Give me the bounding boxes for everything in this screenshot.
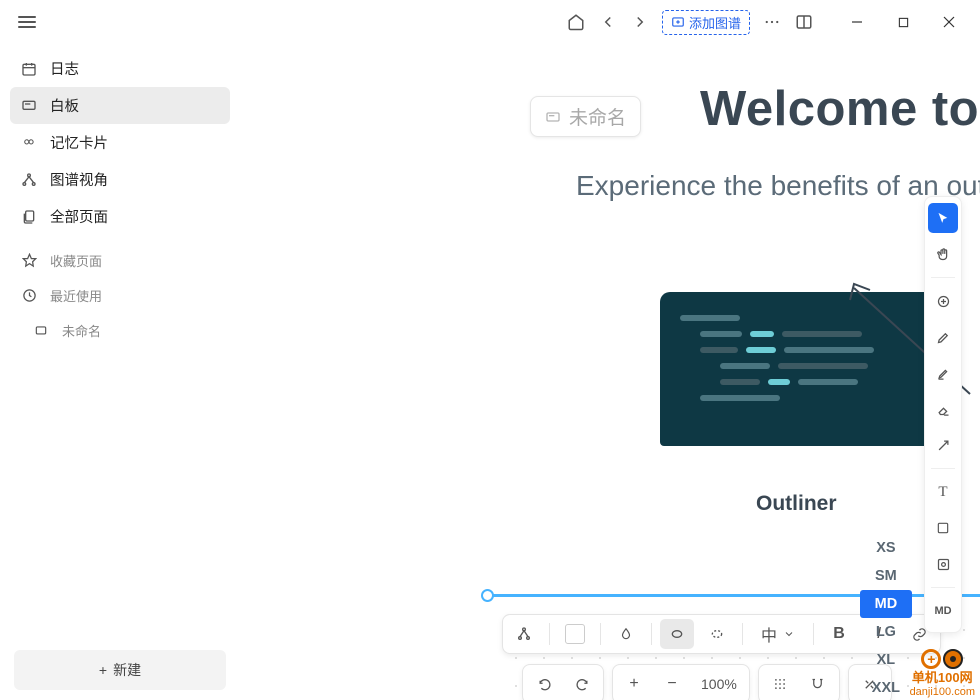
close-button[interactable] xyxy=(926,6,972,38)
font-family-button[interactable]: 中 xyxy=(751,619,805,649)
text-tool[interactable]: T xyxy=(928,477,958,507)
sidebar-item-label: 未命名 xyxy=(62,321,101,340)
sidebar-item-label: 图谱视角 xyxy=(50,169,108,190)
new-button[interactable]: + 新建 xyxy=(14,650,226,690)
infinity-icon xyxy=(20,134,38,152)
sidebar-item-label: 记忆卡片 xyxy=(50,132,108,153)
add-graph-button[interactable]: 添加图谱 xyxy=(662,10,750,35)
back-icon[interactable] xyxy=(598,12,618,32)
stroke-solid-button[interactable] xyxy=(660,619,694,649)
sidebar-item-label: 白板 xyxy=(50,95,79,116)
sidebar-item-journal[interactable]: 日志 xyxy=(10,50,230,87)
sidebar-item-label: 最近使用 xyxy=(50,286,102,305)
highlighter-tool[interactable] xyxy=(928,358,958,388)
size-opt-sm[interactable]: SM xyxy=(860,562,912,590)
grid-toggle-button[interactable] xyxy=(761,667,799,700)
more-icon[interactable] xyxy=(762,12,782,32)
zoom-in-button[interactable]: + xyxy=(615,667,653,700)
sidebar-item-recent[interactable]: 最近使用 xyxy=(10,278,230,313)
doc-icon xyxy=(545,109,561,125)
sidebar: 日志 白板 记忆卡片 图谱视角 全部页面 收藏页面 xyxy=(0,44,240,700)
size-opt-md[interactable]: MD xyxy=(860,590,912,618)
stroke-dashed-button[interactable] xyxy=(700,619,734,649)
size-opt-xxl[interactable]: XXL xyxy=(860,674,912,700)
size-opt-xs[interactable]: XS xyxy=(860,534,912,562)
history-icon xyxy=(20,287,38,305)
hero-title: Welcome to White xyxy=(700,78,980,140)
hero-subtitle: Experience the benefits of an outliner o… xyxy=(576,170,980,202)
shape-tool[interactable] xyxy=(928,513,958,543)
eraser-tool[interactable] xyxy=(928,394,958,424)
shape-hierarchy-button[interactable] xyxy=(507,619,541,649)
connector-tool[interactable] xyxy=(928,430,958,460)
md-tool[interactable]: MD xyxy=(928,596,958,626)
zoom-level[interactable]: 100% xyxy=(691,667,747,700)
size-opt-xl[interactable]: XL xyxy=(860,646,912,674)
zoom-out-button[interactable]: − xyxy=(653,667,691,700)
sidebar-item-graph[interactable]: 图谱视角 xyxy=(10,161,230,198)
forward-icon[interactable] xyxy=(630,12,650,32)
sidebar-item-label: 收藏页面 xyxy=(50,251,102,270)
sidebar-item-all-pages[interactable]: 全部页面 xyxy=(10,198,230,235)
canvas-toolbar: + − 100% xyxy=(522,664,892,700)
color-swatch-button[interactable] xyxy=(558,619,592,649)
doc-title-label: 未命名 xyxy=(569,103,626,130)
opacity-button[interactable] xyxy=(609,619,643,649)
doc-title-chip[interactable]: 未命名 xyxy=(530,96,641,137)
sidebar-item-favorites[interactable]: 收藏页面 xyxy=(10,243,230,278)
redo-button[interactable] xyxy=(563,667,601,700)
calendar-icon xyxy=(20,60,38,78)
hand-tool[interactable] xyxy=(928,239,958,269)
whiteboard-icon xyxy=(20,97,38,115)
select-tool[interactable] xyxy=(928,203,958,233)
tool-panel: T MD xyxy=(924,196,962,633)
titlebar: 添加图谱 xyxy=(0,0,980,44)
sidebar-item-flashcards[interactable]: 记忆卡片 xyxy=(10,124,230,161)
pages-icon xyxy=(20,208,38,226)
sidebar-item-label: 全部页面 xyxy=(50,206,108,227)
graph-icon xyxy=(20,171,38,189)
size-opt-lg[interactable]: LG xyxy=(860,618,912,646)
plus-icon: + xyxy=(99,662,107,678)
sidebar-item-whiteboard[interactable]: 白板 xyxy=(10,87,230,124)
snap-toggle-button[interactable] xyxy=(799,667,837,700)
canvas[interactable]: 未命名 Welcome to White Experience the bene… xyxy=(240,44,980,700)
icon-tool[interactable] xyxy=(928,549,958,579)
outliner-card[interactable] xyxy=(660,292,956,446)
hamburger-icon[interactable] xyxy=(16,11,38,33)
bold-button[interactable]: B xyxy=(822,619,856,649)
panel-icon[interactable] xyxy=(794,12,814,32)
home-icon[interactable] xyxy=(566,12,586,32)
minimize-button[interactable] xyxy=(834,6,880,38)
size-picker: XS SM MD LG XL XXL xyxy=(860,534,912,700)
maximize-button[interactable] xyxy=(880,6,926,38)
add-tool[interactable] xyxy=(928,286,958,316)
new-button-label: 新建 xyxy=(113,660,141,680)
outliner-label: Outliner xyxy=(756,492,837,516)
star-icon xyxy=(20,252,38,270)
pen-tool[interactable] xyxy=(928,322,958,352)
chevron-down-icon xyxy=(783,628,795,640)
sidebar-item-label: 日志 xyxy=(50,58,79,79)
undo-button[interactable] xyxy=(525,667,563,700)
sidebar-item-untitled[interactable]: 未命名 xyxy=(10,313,230,348)
doc-icon xyxy=(32,322,50,340)
add-graph-label: 添加图谱 xyxy=(689,13,741,32)
